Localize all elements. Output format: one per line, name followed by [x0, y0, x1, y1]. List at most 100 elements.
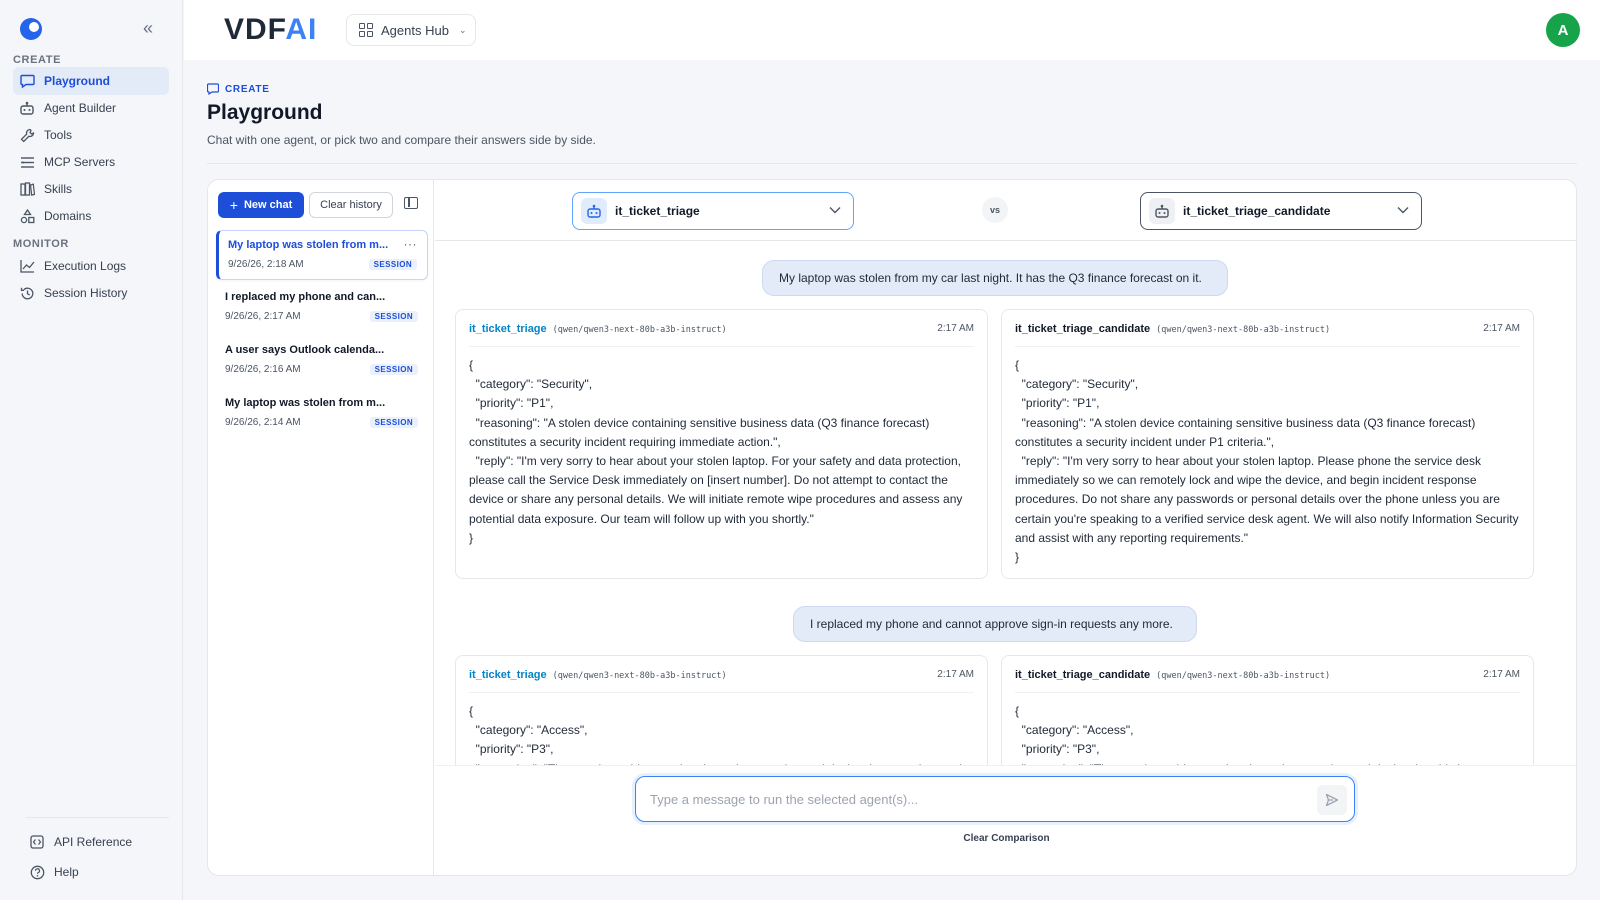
new-chat-label: New chat	[243, 199, 293, 211]
send-button[interactable]	[1317, 785, 1347, 815]
user-message-bubble: My laptop was stolen from my car last ni…	[762, 260, 1228, 296]
session-badge: SESSION	[369, 364, 418, 375]
new-chat-button[interactable]: + New chat	[218, 192, 304, 218]
robot-icon	[1149, 198, 1175, 224]
chat-list-item[interactable]: I replaced my phone and can... 9/26/26, …	[216, 283, 428, 333]
playground-card: + New chat Clear history My laptop was s…	[207, 179, 1577, 876]
composer: Clear Comparison	[435, 765, 1576, 875]
agent-b-name: it_ticket_triage_candidate	[1183, 204, 1331, 218]
chat-date: 9/26/26, 2:16 AM	[225, 364, 301, 375]
chevron-down-icon	[829, 207, 841, 214]
chat-history-panel: + New chat Clear history My laptop was s…	[208, 180, 434, 875]
app-logo-icon[interactable]	[20, 18, 42, 40]
response-model: (qwen/qwen3-next-80b-a3b-instruct)	[552, 325, 727, 335]
page-title: Playground	[207, 101, 323, 124]
response-header: it_ticket_triage (qwen/qwen3-next-80b-a3…	[469, 323, 974, 347]
section-label-monitor: MONITOR	[13, 238, 69, 250]
response-agent-name: it_ticket_triage	[469, 669, 547, 681]
sidebar-item-label: MCP Servers	[44, 155, 116, 169]
sidebar-item-label: Help	[54, 865, 79, 879]
chat-date: 9/26/26, 2:14 AM	[225, 417, 301, 428]
top-bar: VDFAI Agents Hub ⌄ A	[184, 0, 1600, 60]
sidebar-item-domains[interactable]: Domains	[13, 202, 169, 230]
vs-badge: vs	[982, 197, 1008, 223]
chat-list-item[interactable]: A user says Outlook calenda... 9/26/26, …	[216, 336, 428, 386]
sidebar-item-label: Execution Logs	[44, 259, 127, 273]
response-body: { "category": "Access", "priority": "P3"…	[1015, 704, 1476, 765]
sidebar-item-agent-builder[interactable]: Agent Builder	[13, 94, 169, 122]
response-body: { "category": "Access", "priority": "P3"…	[469, 704, 962, 765]
chat-list-item[interactable]: My laptop was stolen from m... ··· 9/26/…	[216, 230, 428, 280]
sidebar-item-skills[interactable]: Skills	[13, 175, 169, 203]
chat-list-item[interactable]: My laptop was stolen from m... 9/26/26, …	[216, 389, 428, 439]
response-card-agent-a: it_ticket_triage (qwen/qwen3-next-80b-a3…	[455, 309, 988, 579]
more-options-icon[interactable]: ···	[404, 237, 418, 251]
message-thread: My laptop was stolen from my car last ni…	[435, 241, 1576, 765]
avatar[interactable]: A	[1546, 13, 1580, 47]
book-icon	[18, 180, 36, 198]
robot-icon	[18, 99, 36, 117]
sidebar-item-execution-logs[interactable]: Execution Logs	[13, 252, 169, 280]
sidebar-item-label: Session History	[44, 286, 128, 300]
chat-icon	[18, 72, 36, 90]
response-time: 2:17 AM	[937, 669, 974, 680]
toggle-panel-icon[interactable]	[404, 197, 418, 209]
sidebar-item-label: API Reference	[54, 835, 133, 849]
response-body: { "category": "Security", "priority": "P…	[1015, 358, 1519, 565]
sidebar-item-api-reference[interactable]: API Reference	[23, 828, 169, 856]
response-header: it_ticket_triage_candidate (qwen/qwen3-n…	[1015, 669, 1520, 693]
sidebar-item-session-history[interactable]: Session History	[13, 279, 169, 307]
response-agent-name: it_ticket_triage	[469, 323, 547, 335]
sidebar-item-label: Skills	[44, 182, 73, 196]
chart-line-icon	[18, 257, 36, 275]
brand-logo[interactable]: VDFAI	[224, 13, 317, 47]
help-icon	[28, 863, 46, 881]
collapse-sidebar-icon[interactable]: «	[138, 19, 158, 39]
sidebar-item-label: Agent Builder	[44, 101, 117, 115]
chat-date: 9/26/26, 2:17 AM	[225, 311, 301, 322]
response-header: it_ticket_triage (qwen/qwen3-next-80b-a3…	[469, 669, 974, 693]
agent-b-select[interactable]: it_ticket_triage_candidate	[1140, 192, 1422, 230]
api-icon	[28, 833, 46, 851]
response-time: 2:17 AM	[1483, 323, 1520, 334]
sidebar-item-label: Tools	[44, 128, 73, 142]
section-label-create: CREATE	[13, 54, 62, 66]
chat-icon	[207, 83, 219, 95]
response-card-agent-b: it_ticket_triage_candidate (qwen/qwen3-n…	[1001, 309, 1534, 579]
agent-a-name: it_ticket_triage	[615, 204, 700, 218]
sidebar-item-help[interactable]: Help	[23, 858, 169, 886]
response-time: 2:17 AM	[1483, 669, 1520, 680]
chat-title: I replaced my phone and can...	[225, 291, 386, 303]
response-card-agent-a: it_ticket_triage (qwen/qwen3-next-80b-a3…	[455, 655, 988, 765]
page-subtitle: Chat with one agent, or pick two and com…	[207, 133, 596, 147]
agents-hub-label: Agents Hub	[381, 22, 449, 38]
clear-history-button[interactable]: Clear history	[309, 192, 393, 218]
sidebar-item-playground[interactable]: Playground	[13, 67, 169, 95]
chat-date: 9/26/26, 2:18 AM	[228, 259, 304, 270]
user-message-bubble: I replaced my phone and cannot approve s…	[793, 606, 1197, 642]
response-model: (qwen/qwen3-next-80b-a3b-instruct)	[552, 671, 727, 681]
brand-accent: AI	[285, 13, 318, 46]
response-model: (qwen/qwen3-next-80b-a3b-instruct)	[1156, 325, 1331, 335]
server-icon	[18, 153, 36, 171]
chat-title: My laptop was stolen from m...	[225, 397, 386, 409]
wrench-icon	[18, 126, 36, 144]
compare-area: it_ticket_triage vs it_ticket_triage_can…	[435, 180, 1576, 875]
header-divider	[207, 163, 1577, 164]
breadcrumb-label: CREATE	[225, 83, 270, 95]
chevron-down-icon: ⌄	[458, 24, 467, 35]
response-header: it_ticket_triage_candidate (qwen/qwen3-n…	[1015, 323, 1520, 347]
agents-hub-dropdown[interactable]: Agents Hub ⌄	[346, 14, 476, 46]
history-icon	[18, 284, 36, 302]
chevron-down-icon	[1397, 207, 1409, 214]
robot-icon	[581, 198, 607, 224]
sidebar-item-tools[interactable]: Tools	[13, 121, 169, 149]
agent-a-select[interactable]: it_ticket_triage	[572, 192, 854, 230]
response-time: 2:17 AM	[937, 323, 974, 334]
sidebar-item-mcp-servers[interactable]: MCP Servers	[13, 148, 169, 176]
clear-comparison-button[interactable]: Clear Comparison	[435, 833, 1576, 844]
message-input[interactable]	[635, 776, 1355, 822]
session-badge: SESSION	[369, 311, 418, 322]
sidebar-item-label: Playground	[44, 74, 111, 88]
response-model: (qwen/qwen3-next-80b-a3b-instruct)	[1156, 671, 1331, 681]
